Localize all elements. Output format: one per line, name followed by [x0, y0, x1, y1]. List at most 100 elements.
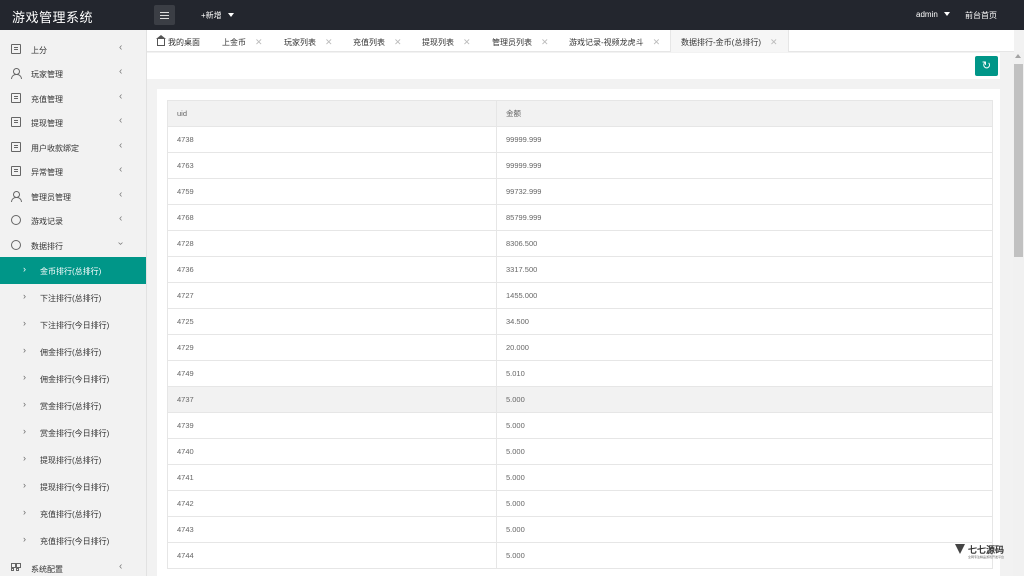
cell-amount: 99732.999: [496, 178, 993, 205]
user-name[interactable]: admin: [916, 10, 938, 19]
scrollbar-thumb[interactable]: [1014, 64, 1023, 257]
sidebar-subitem-recharge-today[interactable]: › 充值排行(今日排行): [0, 527, 146, 554]
sidebar-subitem-label: 佣金排行(今日排行): [40, 375, 110, 384]
table-row: 4759 99732.999: [167, 178, 993, 205]
sidebar-subitem-bet-today[interactable]: › 下注排行(今日排行): [0, 311, 146, 338]
cell-amount: 5.010: [496, 360, 993, 387]
column-header-amount: 金额: [496, 100, 993, 127]
sidebar-item-players[interactable]: 玩家管理 ‹: [0, 61, 146, 85]
add-new-menu[interactable]: +新增: [201, 10, 234, 21]
cell-amount: 20.000: [496, 334, 993, 361]
close-icon[interactable]: ✕: [394, 37, 402, 47]
sidebar-item-payment-binding[interactable]: 用户收款绑定 ‹: [0, 135, 146, 159]
cell-uid: 4729: [167, 334, 497, 361]
tab-add-gold[interactable]: 上金币 ✕: [222, 30, 263, 52]
table-row: 4740 5.000: [167, 438, 993, 465]
table-row: 4744 5.000: [167, 542, 993, 569]
sidebar-subitem-withdraw-total[interactable]: › 提现排行(总排行): [0, 446, 146, 473]
top-header: 游戏管理系统 +新增 admin 前台首页: [0, 0, 1024, 30]
sidebar-item-label: 系统配置: [31, 565, 63, 574]
sidebar-item-system-config[interactable]: 系统配置 ‹: [0, 556, 146, 576]
add-new-label[interactable]: +新增: [201, 11, 222, 20]
circle-icon: [11, 215, 21, 225]
frontpage-link[interactable]: 前台首页: [965, 10, 997, 21]
document-icon: [11, 142, 21, 152]
table-row: 4739 5.000: [167, 412, 993, 439]
sidebar-item-data-ranking[interactable]: 数据排行 ‹: [0, 233, 146, 257]
table-row: 4743 5.000: [167, 516, 993, 543]
cell-amount: 5.000: [496, 542, 993, 569]
tab-game-records[interactable]: 游戏记录-视频龙虎斗 ✕: [569, 30, 660, 52]
cell-uid: 4740: [167, 438, 497, 465]
table-row: 4742 5.000: [167, 490, 993, 517]
cell-amount: 5.000: [496, 516, 993, 543]
sidebar-subitem-withdraw-today[interactable]: › 提现排行(今日排行): [0, 473, 146, 500]
sidebar-item-game-records[interactable]: 游戏记录 ‹: [0, 208, 146, 232]
sidebar-subitem-label: 下注排行(总排行): [40, 294, 102, 303]
close-icon[interactable]: ✕: [653, 37, 661, 47]
cell-uid: 4728: [167, 230, 497, 257]
sidebar-item-label: 提现管理: [31, 119, 63, 128]
document-icon: [11, 166, 21, 176]
brand-logo-icon: [955, 544, 965, 554]
cell-amount: 34.500: [496, 308, 993, 335]
sidebar-subitem-commission-total[interactable]: › 佣金排行(总排行): [0, 338, 146, 365]
user-menu[interactable]: admin: [916, 10, 950, 19]
table-header-row: uid 金额: [167, 100, 993, 127]
sidebar-item-shangfen[interactable]: 上分 ‹: [0, 37, 146, 61]
tab-gold-ranking[interactable]: 数据排行-金币(总排行) ✕: [670, 30, 789, 52]
chevron-right-icon: ›: [23, 291, 26, 301]
tab-bar: 我的桌面 上金币 ✕ 玩家列表 ✕ 充值列表 ✕ 提现列表 ✕ 管理员列表 ✕ 游戏记录-…: [147, 30, 1014, 52]
chevron-left-icon: ‹: [119, 140, 123, 151]
close-icon[interactable]: ✕: [541, 37, 549, 47]
sidebar-subitem-gold-total[interactable]: › 金币排行(总排行): [0, 257, 146, 284]
grid-icon: [11, 563, 21, 573]
cell-amount: 5.000: [496, 386, 993, 413]
chevron-left-icon: ‹: [119, 91, 123, 102]
tab-label: 玩家列表: [284, 38, 316, 47]
cell-uid: 4739: [167, 412, 497, 439]
sidebar-subitem-label: 金币排行(总排行): [40, 267, 102, 276]
close-icon[interactable]: ✕: [255, 37, 263, 47]
sidebar-item-recharge[interactable]: 充值管理 ‹: [0, 86, 146, 110]
sidebar-subitem-bounty-today[interactable]: › 赏金排行(今日排行): [0, 419, 146, 446]
sidebar-item-label: 管理员管理: [31, 193, 71, 202]
sidebar-subitem-label: 赏金排行(今日排行): [40, 429, 110, 438]
sidebar-subitem-recharge-total[interactable]: › 充值排行(总排行): [0, 500, 146, 527]
sidebar-subitem-bounty-total[interactable]: › 赏金排行(总排行): [0, 392, 146, 419]
chevron-right-icon: ›: [23, 426, 26, 436]
sidebar-subitem-commission-today[interactable]: › 佣金排行(今日排行): [0, 365, 146, 392]
menu-toggle-button[interactable]: [154, 5, 175, 25]
cell-amount: 5.000: [496, 490, 993, 517]
chevron-left-icon: ‹: [119, 164, 123, 175]
tab-desktop[interactable]: 我的桌面: [156, 30, 200, 52]
tab-recharge-list[interactable]: 充值列表 ✕: [353, 30, 402, 52]
caret-down-icon: [227, 13, 234, 17]
sidebar-item-withdraw[interactable]: 提现管理 ‹: [0, 110, 146, 134]
close-icon[interactable]: ✕: [463, 37, 471, 47]
table-row: 4763 99999.999: [167, 152, 993, 179]
tab-withdraw-list[interactable]: 提现列表 ✕: [422, 30, 471, 52]
watermark-logo: 七七源码 全网专注精品游戏开发平台: [955, 543, 1013, 560]
scroll-up-arrow-icon[interactable]: [1015, 54, 1021, 58]
refresh-button[interactable]: ↻: [975, 56, 998, 76]
page-scrollbar[interactable]: [1013, 52, 1024, 576]
tab-admin-list[interactable]: 管理员列表 ✕: [492, 30, 549, 52]
sidebar-item-label: 用户收款绑定: [31, 144, 79, 153]
caret-down-icon: [943, 12, 950, 16]
cell-uid: 4737: [167, 386, 497, 413]
sidebar-item-exceptions[interactable]: 异常管理 ‹: [0, 159, 146, 183]
close-icon[interactable]: ✕: [325, 37, 333, 47]
sidebar-item-admins[interactable]: 管理员管理 ‹: [0, 184, 146, 208]
sidebar-subitem-bet-total[interactable]: › 下注排行(总排行): [0, 284, 146, 311]
tab-players[interactable]: 玩家列表 ✕: [284, 30, 333, 52]
table-row: 4741 5.000: [167, 464, 993, 491]
cell-amount: 99999.999: [496, 126, 993, 153]
tab-label: 上金币: [222, 38, 246, 47]
close-icon[interactable]: ✕: [770, 37, 778, 47]
chevron-right-icon: ›: [23, 534, 26, 544]
cell-uid: 4759: [167, 178, 497, 205]
sidebar: 上分 ‹ 玩家管理 ‹ 充值管理 ‹ 提现管理 ‹ 用户收款绑定 ‹ 异常管理 …: [0, 30, 147, 576]
cell-uid: 4749: [167, 360, 497, 387]
cell-amount: 99999.999: [496, 152, 993, 179]
